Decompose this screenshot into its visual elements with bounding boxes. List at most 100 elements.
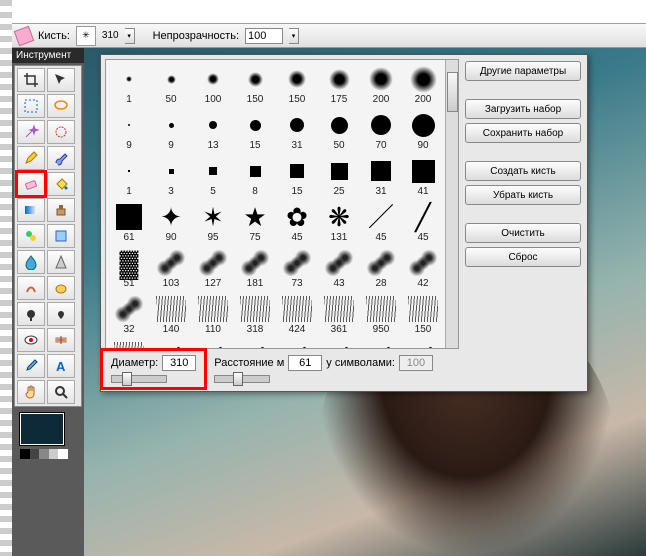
lasso-tool[interactable] [47, 94, 75, 118]
brush-preset[interactable]: 50 [150, 62, 192, 108]
brush-preset[interactable]: 389 [276, 338, 318, 349]
brush-preset[interactable]: 1041 [192, 338, 234, 349]
brush-preset[interactable]: 31 [360, 154, 402, 200]
brush-preset[interactable]: 150 [276, 62, 318, 108]
brush-preset[interactable]: ╱45 [402, 200, 444, 246]
brush-preset[interactable]: 15 [276, 154, 318, 200]
spacing-slider-knob[interactable] [233, 372, 243, 386]
brush-preset[interactable]: 73 [276, 246, 318, 292]
brush-preset[interactable]: 31 [276, 108, 318, 154]
brush-preset[interactable]: 950 [360, 292, 402, 338]
clone-tool[interactable] [47, 198, 75, 222]
reset-button[interactable]: Сброс [465, 247, 581, 267]
brush-preset[interactable]: ／45 [360, 200, 402, 246]
pencil-tool[interactable] [17, 146, 45, 170]
brush-preset[interactable]: 90 [402, 108, 444, 154]
brush-preset[interactable]: 2025 [360, 338, 402, 349]
scrollbar[interactable] [445, 60, 458, 348]
sharpen-tool[interactable] [47, 250, 75, 274]
bucket-tool[interactable] [47, 172, 75, 196]
quickselect-tool[interactable] [47, 120, 75, 144]
scrollbar-thumb[interactable] [447, 72, 458, 112]
brush-preset[interactable]: 50 [318, 108, 360, 154]
brush-preset[interactable]: 70 [360, 108, 402, 154]
brush-tool[interactable] [47, 146, 75, 170]
brush-preset[interactable]: ▓51 [108, 246, 150, 292]
smudge-tool[interactable] [17, 276, 45, 300]
brush-preview[interactable]: ✳ [76, 26, 96, 46]
burn-tool[interactable] [47, 302, 75, 326]
brush-preset[interactable]: 175 [318, 62, 360, 108]
crop-tool[interactable] [17, 68, 45, 92]
heal-tool[interactable] [47, 328, 75, 352]
diameter-slider-knob[interactable] [122, 372, 132, 386]
brush-preset[interactable]: 361 [318, 292, 360, 338]
save-set-button[interactable]: Сохранить набор [465, 123, 581, 143]
brush-preset[interactable]: 13 [192, 108, 234, 154]
brush-preset[interactable]: 32 [108, 292, 150, 338]
dodge-tool[interactable] [17, 302, 45, 326]
brush-preset[interactable]: 318 [234, 292, 276, 338]
brush-dropdown[interactable]: ▾ [125, 28, 135, 44]
create-brush-button[interactable]: Создать кисть [465, 161, 581, 181]
brush-preset[interactable]: 43 [318, 246, 360, 292]
zoom-tool[interactable] [47, 380, 75, 404]
brush-preset[interactable]: 140 [150, 292, 192, 338]
brush-preset[interactable]: 424 [276, 292, 318, 338]
brush-preset[interactable]: ★75 [234, 200, 276, 246]
mini-palette[interactable] [20, 449, 68, 459]
blur-tool[interactable] [17, 250, 45, 274]
clear-button[interactable]: Очистить [465, 223, 581, 243]
brush-preset[interactable]: 1588 [402, 338, 444, 349]
move-tool[interactable] [47, 68, 75, 92]
brush-preset[interactable]: ✶95 [192, 200, 234, 246]
diameter-slider[interactable] [111, 375, 167, 383]
brush-preset[interactable]: 181 [234, 246, 276, 292]
eraser-tool[interactable] [17, 172, 45, 196]
brush-preset[interactable]: 3 [150, 154, 192, 200]
brush-preset[interactable]: 25 [318, 154, 360, 200]
eyedropper-tool[interactable] [17, 354, 45, 378]
diameter-input[interactable] [162, 355, 196, 371]
type-tool[interactable]: A [47, 354, 75, 378]
brush-preset[interactable]: 200 [402, 62, 444, 108]
brush-preset[interactable]: 28 [360, 246, 402, 292]
sponge-tool[interactable] [47, 276, 75, 300]
load-set-button[interactable]: Загрузить набор [465, 99, 581, 119]
brush-preset[interactable]: 127 [192, 246, 234, 292]
brush-preset[interactable]: 150 [234, 62, 276, 108]
brush-preset[interactable]: 42 [402, 246, 444, 292]
opacity-dropdown[interactable]: ▾ [289, 28, 299, 44]
brush-preset[interactable]: 1 [108, 154, 150, 200]
remove-brush-button[interactable]: Убрать кисть [465, 185, 581, 205]
brush-preset[interactable]: ❋131 [318, 200, 360, 246]
brush-preset[interactable]: ✦90 [150, 200, 192, 246]
brush-preset[interactable]: 100 [192, 62, 234, 108]
brush-preset[interactable]: 8 [234, 154, 276, 200]
brush-preset[interactable]: 9 [150, 108, 192, 154]
shape-tool[interactable] [47, 224, 75, 248]
replace-color-tool[interactable] [17, 224, 45, 248]
brush-preset[interactable]: 41 [402, 154, 444, 200]
spacing-input[interactable] [288, 355, 322, 371]
brush-preset[interactable]: 61 [108, 200, 150, 246]
marquee-tool[interactable] [17, 94, 45, 118]
brush-preset[interactable]: 461 [318, 338, 360, 349]
other-params-button[interactable]: Другие параметры [465, 61, 581, 81]
wand-tool[interactable] [17, 120, 45, 144]
brush-preset[interactable]: 1070 [150, 338, 192, 349]
brush-preset[interactable]: 1 [108, 62, 150, 108]
brush-preset[interactable]: 15 [234, 108, 276, 154]
brush-preset[interactable]: 103 [150, 246, 192, 292]
gradient-tool[interactable] [17, 198, 45, 222]
brush-preset[interactable]: 5 [192, 154, 234, 200]
hand-tool[interactable] [17, 380, 45, 404]
brush-preset[interactable]: 1280 [108, 338, 150, 349]
brush-preset[interactable]: 9 [108, 108, 150, 154]
foreground-swatch[interactable] [20, 413, 64, 445]
brush-preset[interactable]: 292 [234, 338, 276, 349]
brush-preset[interactable]: 110 [192, 292, 234, 338]
redeye-tool[interactable] [17, 328, 45, 352]
brush-preset[interactable]: ✿45 [276, 200, 318, 246]
brush-preset[interactable]: 150 [402, 292, 444, 338]
